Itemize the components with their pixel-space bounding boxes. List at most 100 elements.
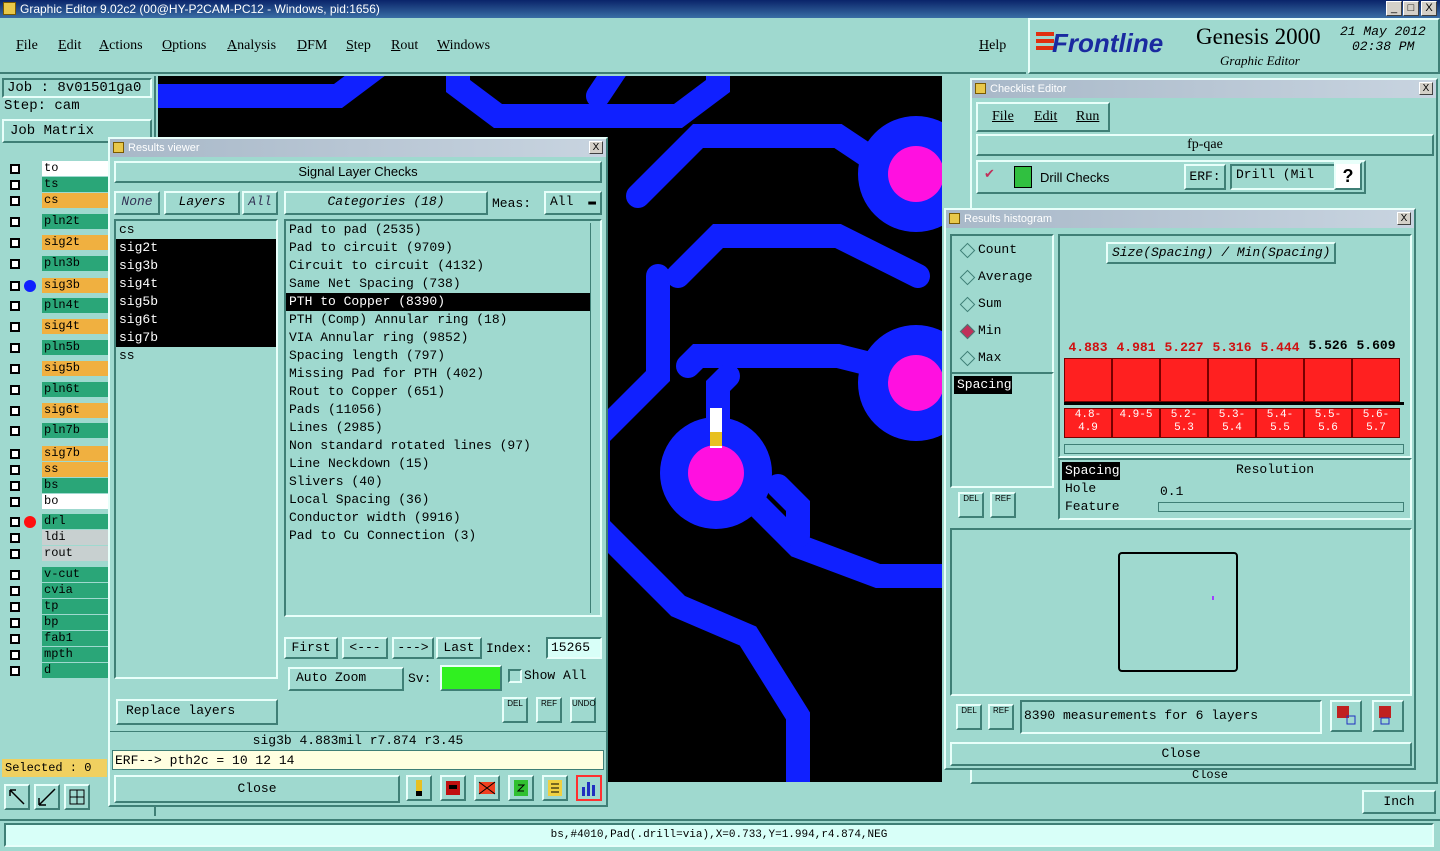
replace-layers-dropdown[interactable]: Replace layers [116, 699, 278, 725]
layer-row-to[interactable]: to [4, 161, 108, 177]
measure-tool-icon[interactable] [34, 784, 60, 810]
layer-name[interactable]: sig2t [42, 235, 108, 250]
group-feature[interactable]: Feature [1062, 498, 1136, 516]
category-item[interactable]: Non standard rotated lines (97) [286, 437, 590, 455]
layer-checkbox[interactable] [10, 217, 20, 227]
grid-tool-icon[interactable] [64, 784, 90, 810]
layer-row-sig3b[interactable]: sig3b [4, 278, 108, 294]
menu-windows[interactable]: Windows [437, 38, 490, 54]
layer-name[interactable]: cvia [42, 583, 108, 598]
histogram-scrollbar[interactable] [1064, 444, 1404, 454]
histogram-bar[interactable] [1160, 358, 1208, 402]
layer-row-mpth[interactable]: mpth [4, 647, 108, 663]
category-item[interactable]: Pad to circuit (9709) [286, 239, 590, 257]
result-layer-item[interactable]: ss [116, 347, 276, 365]
layers-button[interactable]: Layers [164, 191, 240, 215]
show-all-checkbox[interactable] [508, 669, 522, 683]
menu-file[interactable]: File [16, 38, 38, 54]
layer-name[interactable]: sig7b [42, 446, 108, 461]
layer-row-v-cut[interactable]: v-cut [4, 567, 108, 583]
layer-row-rout[interactable]: rout [4, 546, 108, 562]
checklist-menu-run[interactable]: Run [1076, 109, 1099, 125]
menu-help[interactable]: Help [979, 38, 1006, 54]
layer-row-ts[interactable]: ts [4, 177, 108, 193]
histogram-bar[interactable] [1208, 358, 1256, 402]
layer-name[interactable]: pln5b [42, 340, 108, 355]
layer-checkbox[interactable] [10, 533, 20, 543]
category-list[interactable]: Pad to pad (2535) Pad to circuit (9709) Ci… [284, 219, 602, 617]
histogram-bar[interactable] [1112, 358, 1160, 402]
histogram-close-icon[interactable]: X [1397, 212, 1411, 225]
result-layer-item[interactable]: sig5b [116, 293, 276, 311]
layer-row-sig7b[interactable]: sig7b [4, 446, 108, 462]
menu-rout[interactable]: Rout [391, 38, 418, 54]
layer-name[interactable]: ldi [42, 530, 108, 545]
layer-name[interactable]: bs [42, 478, 108, 493]
check-row[interactable]: ✔ Drill Checks ERF: Drill (Mil [976, 160, 1366, 194]
category-item[interactable]: Conductor width (9916) [286, 509, 590, 527]
layer-name[interactable]: drl [42, 514, 108, 529]
index-input[interactable]: 15265 [546, 637, 602, 659]
layer-row-pln2t[interactable]: pln2t [4, 214, 108, 230]
histogram-close-button[interactable]: Close [950, 742, 1412, 766]
category-item[interactable]: Pad to pad (2535) [286, 221, 590, 239]
histogram-del-button[interactable]: DEL [958, 492, 984, 518]
mode-count-radio[interactable]: Count [958, 239, 1048, 261]
auto-zoom-dropdown[interactable]: Auto Zoom [288, 667, 404, 691]
layer-checkbox[interactable] [10, 343, 20, 353]
layer-name[interactable]: sig6t [42, 403, 108, 418]
close-window-button[interactable]: X [1421, 1, 1437, 16]
category-item[interactable]: Lines (2985) [286, 419, 590, 437]
delete-results-icon[interactable] [474, 775, 500, 801]
layer-name[interactable]: pln3b [42, 256, 108, 271]
layer-name[interactable]: pln6t [42, 382, 108, 397]
results-close-button[interactable]: Close [114, 775, 400, 803]
result-layer-item[interactable]: sig7b [116, 329, 276, 347]
layer-checkbox[interactable] [10, 481, 20, 491]
result-layer-item[interactable]: sig2t [116, 239, 276, 257]
zoom-to-result-icon[interactable] [1330, 700, 1362, 732]
layer-checkbox[interactable] [10, 322, 20, 332]
group-spacing[interactable]: Spacing [1062, 462, 1120, 480]
layer-checkbox[interactable] [10, 497, 20, 507]
layer-checkbox[interactable] [10, 570, 20, 580]
preview-ref-button[interactable]: REF [988, 704, 1014, 730]
help-icon[interactable]: ? [1334, 162, 1362, 190]
layer-checkbox[interactable] [10, 385, 20, 395]
result-layer-item[interactable]: sig3b [116, 257, 276, 275]
spacing-list-item[interactable]: Spacing [954, 376, 1012, 394]
layer-row-tp[interactable]: tp [4, 599, 108, 615]
layer-checkbox[interactable] [10, 465, 20, 475]
prev-button[interactable]: <--- [342, 637, 388, 659]
layer-name[interactable]: pln2t [42, 214, 108, 229]
layer-row-pln5b[interactable]: pln5b [4, 340, 108, 356]
menu-actions[interactable]: Actions [99, 38, 143, 54]
undo-button[interactable]: UNDO [570, 697, 596, 723]
layer-checkbox[interactable] [10, 281, 20, 291]
layer-results-list[interactable]: cs sig2t sig3b sig4t sig5b sig6t sig7b ss [114, 219, 278, 679]
layer-row-ldi[interactable]: ldi [4, 530, 108, 546]
layer-row-pln4t[interactable]: pln4t [4, 298, 108, 314]
mode-max-radio[interactable]: Max [958, 347, 1048, 369]
histogram-type-list[interactable]: Spacing [950, 372, 1054, 488]
layer-name[interactable]: v-cut [42, 567, 108, 582]
category-item[interactable]: Pads (11056) [286, 401, 590, 419]
del-button[interactable]: DEL [502, 697, 528, 723]
preview-del-button[interactable]: DEL [956, 704, 982, 730]
layer-row-sig6t[interactable]: sig6t [4, 403, 108, 419]
menu-step[interactable]: Step [346, 38, 371, 54]
layer-checkbox[interactable] [10, 549, 20, 559]
histogram-ref-button[interactable]: REF [990, 492, 1016, 518]
checklist-menu-file[interactable]: File [992, 109, 1014, 125]
group-hole[interactable]: Hole [1062, 480, 1136, 498]
erf-value[interactable]: Drill (Mil [1230, 164, 1340, 190]
layer-row-d[interactable]: d [4, 663, 108, 679]
layer-name[interactable]: rout [42, 546, 108, 561]
layer-checkbox[interactable] [10, 650, 20, 660]
layer-row-bs[interactable]: bs [4, 478, 108, 494]
layer-row-cs[interactable]: cs [4, 193, 108, 209]
layer-name[interactable]: ss [42, 462, 108, 477]
meas-dropdown[interactable]: All ▬ [544, 191, 602, 215]
histogram-bar[interactable] [1304, 358, 1352, 402]
layer-name[interactable]: fab1 [42, 631, 108, 646]
